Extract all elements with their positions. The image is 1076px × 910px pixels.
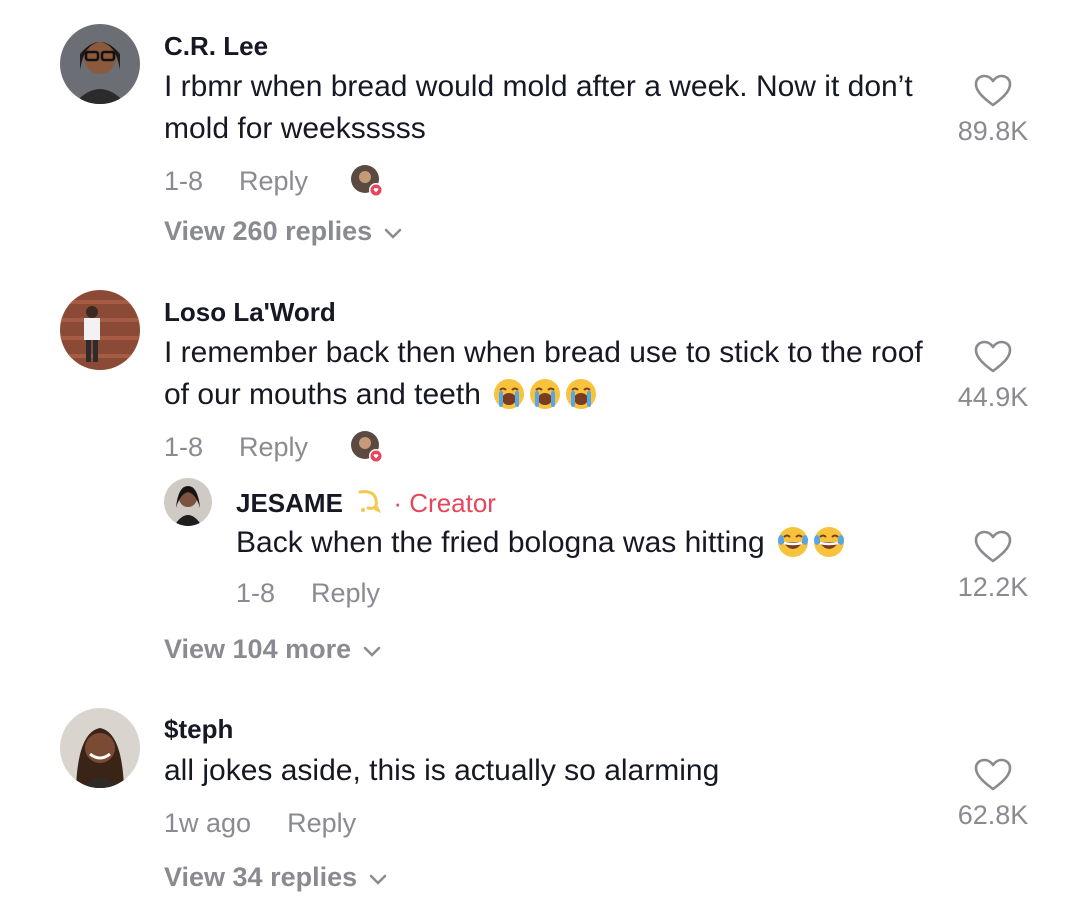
like-count: 62.8K bbox=[957, 800, 1029, 830]
reply-text: Back when the fried bologna was hitting bbox=[236, 522, 936, 564]
reply-username: JESAME · Creator bbox=[236, 486, 496, 519]
like-button[interactable]: 12.2K bbox=[938, 530, 1048, 603]
comment-time: 1-8 bbox=[164, 166, 204, 196]
avatar[interactable] bbox=[164, 478, 212, 526]
like-count: 44.9K bbox=[957, 382, 1029, 412]
reply-button[interactable]: Reply bbox=[239, 166, 308, 196]
view-replies-button[interactable]: View 260 replies bbox=[164, 216, 402, 247]
reply-button[interactable]: Reply bbox=[287, 808, 356, 838]
like-count: 12.2K bbox=[957, 572, 1029, 602]
loudly-crying-face-emoji bbox=[494, 379, 525, 409]
view-replies-label: View 34 replies bbox=[164, 862, 358, 892]
reply-meta: 1-8 Reply bbox=[236, 578, 380, 609]
comment-username[interactable]: $teph bbox=[164, 714, 233, 745]
creator-liked-avatar-icon bbox=[350, 430, 384, 464]
avatar[interactable] bbox=[60, 290, 140, 370]
reply-button[interactable]: Reply bbox=[311, 578, 380, 608]
comment-time: 1w ago bbox=[164, 808, 252, 838]
reply-time: 1-8 bbox=[236, 578, 276, 608]
view-replies-button[interactable]: View 34 replies bbox=[164, 862, 387, 893]
heart-outline-icon bbox=[974, 74, 1012, 107]
heart-outline-icon bbox=[974, 758, 1012, 791]
reply-text-content: Back when the fried bologna was hitting bbox=[236, 526, 765, 559]
comment-username[interactable]: Loso La'Word bbox=[164, 297, 336, 328]
loudly-crying-face-emoji bbox=[530, 379, 561, 409]
dizzy-emoji bbox=[358, 490, 382, 513]
view-more-label: View 104 more bbox=[164, 634, 352, 664]
like-button[interactable]: 44.9K bbox=[938, 340, 1048, 413]
comment-time: 1-8 bbox=[164, 432, 204, 462]
comment-username[interactable]: C.R. Lee bbox=[164, 31, 268, 62]
comment-meta: 1-8 Reply bbox=[164, 432, 308, 463]
avatar[interactable] bbox=[60, 708, 140, 788]
view-replies-label: View 260 replies bbox=[164, 216, 373, 246]
loudly-crying-face-emoji bbox=[566, 379, 597, 409]
comment-text: I rbmr when bread would mold after a wee… bbox=[164, 70, 913, 145]
chevron-down-icon bbox=[369, 874, 387, 885]
avatar[interactable] bbox=[60, 24, 140, 104]
heart-outline-icon bbox=[974, 340, 1012, 373]
creator-liked-avatar-icon bbox=[350, 164, 384, 198]
view-more-replies-button[interactable]: View 104 more bbox=[164, 634, 381, 665]
like-button[interactable]: 62.8K bbox=[938, 758, 1048, 831]
tears-of-joy-emoji bbox=[814, 527, 845, 557]
comment-meta: 1-8 Reply bbox=[164, 166, 308, 197]
like-button[interactable]: 89.8K bbox=[938, 74, 1048, 147]
reply-button[interactable]: Reply bbox=[239, 432, 308, 462]
chevron-down-icon bbox=[384, 228, 402, 239]
comment-text: I remember back then when bread use to s… bbox=[164, 332, 924, 416]
chevron-down-icon bbox=[363, 646, 381, 657]
tears-of-joy-emoji bbox=[778, 527, 809, 557]
reply-username-label[interactable]: JESAME bbox=[236, 488, 343, 518]
creator-badge: · Creator bbox=[393, 488, 496, 518]
comment-text: all jokes aside, this is actually so ala… bbox=[164, 754, 720, 787]
heart-outline-icon bbox=[974, 530, 1012, 563]
like-count: 89.8K bbox=[957, 116, 1029, 146]
comment-meta: 1w ago Reply bbox=[164, 808, 356, 839]
